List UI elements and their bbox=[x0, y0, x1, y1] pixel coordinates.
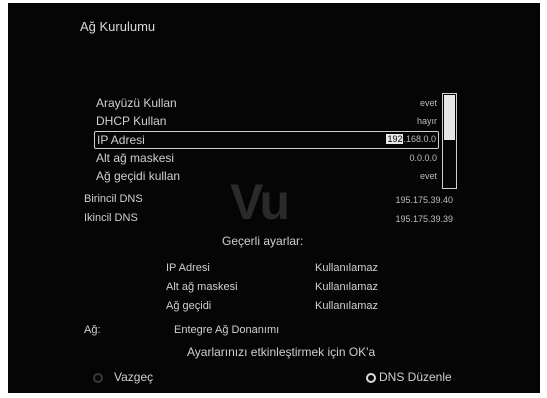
setting-use-gateway[interactable]: Ağ geçidi kullan evet bbox=[96, 169, 437, 186]
dns-edit-button[interactable]: DNS Düzenle bbox=[379, 370, 452, 384]
setting-value: evet bbox=[419, 98, 437, 108]
scrollbar-thumb[interactable] bbox=[444, 95, 455, 140]
dns-value: 195.175.39.39 bbox=[395, 214, 453, 224]
dns-primary-row: Birincil DNS 195.175.39.40 bbox=[84, 193, 463, 210]
setting-label: Arayüzü Kullan bbox=[96, 96, 177, 110]
setting-value: evet bbox=[419, 171, 437, 181]
current-value: Kullanılamaz bbox=[315, 281, 378, 293]
current-label: Alt ağ maskesi bbox=[166, 281, 238, 293]
current-value: Kullanılamaz bbox=[315, 262, 378, 274]
ok-hint-text: Ayarlarınızı etkinleştirmek için OK'a bbox=[187, 345, 376, 359]
blue-button-icon bbox=[366, 373, 376, 383]
network-setup-screen: Ağ Kurulumu Vu Arayüzü Kullan evet DHCP … bbox=[8, 3, 540, 393]
setting-value: hayır bbox=[416, 116, 437, 126]
list-scrollbar[interactable] bbox=[442, 93, 457, 189]
ip-octet-cursor: 192 bbox=[386, 134, 404, 144]
setting-label: Alt ağ maskesi bbox=[96, 151, 175, 165]
dns-secondary-row: Ikincil DNS 195.175.39.39 bbox=[84, 212, 463, 229]
network-adapter-value: Entegre Ağ Donanımı bbox=[174, 324, 280, 336]
page-title: Ağ Kurulumu bbox=[80, 19, 156, 34]
dns-value: 195.175.39.40 bbox=[395, 195, 453, 205]
setting-label: Ağ geçidi kullan bbox=[96, 169, 181, 183]
network-label: Ağ: bbox=[84, 324, 101, 336]
current-label: IP Adresi bbox=[166, 262, 210, 274]
current-label: Ağ geçidi bbox=[166, 300, 212, 312]
setting-subnet-mask[interactable]: Alt ağ maskesi 0.0.0.0 bbox=[96, 151, 437, 168]
setting-label: IP Adresi bbox=[97, 133, 145, 147]
current-settings-heading: Geçerli ayarlar: bbox=[222, 234, 304, 248]
setting-use-dhcp[interactable]: DHCP Kullan hayır bbox=[96, 114, 437, 131]
setting-label: DHCP Kullan bbox=[96, 114, 167, 128]
setting-use-interface[interactable]: Arayüzü Kullan evet bbox=[96, 96, 437, 113]
current-value: Kullanılamaz bbox=[315, 300, 378, 312]
setting-value: 0.0.0.0 bbox=[409, 153, 437, 163]
red-button-icon bbox=[93, 373, 103, 383]
cancel-button[interactable]: Vazgeç bbox=[114, 370, 153, 384]
ip-octet-rest: .168.0.0 bbox=[403, 134, 436, 144]
dns-label: Birincil DNS bbox=[84, 193, 143, 205]
ip-address-input[interactable]: 192.168.0.0 bbox=[386, 134, 436, 144]
setting-ip-address[interactable]: IP Adresi 192.168.0.0 bbox=[94, 131, 439, 149]
dns-label: Ikincil DNS bbox=[84, 212, 138, 224]
